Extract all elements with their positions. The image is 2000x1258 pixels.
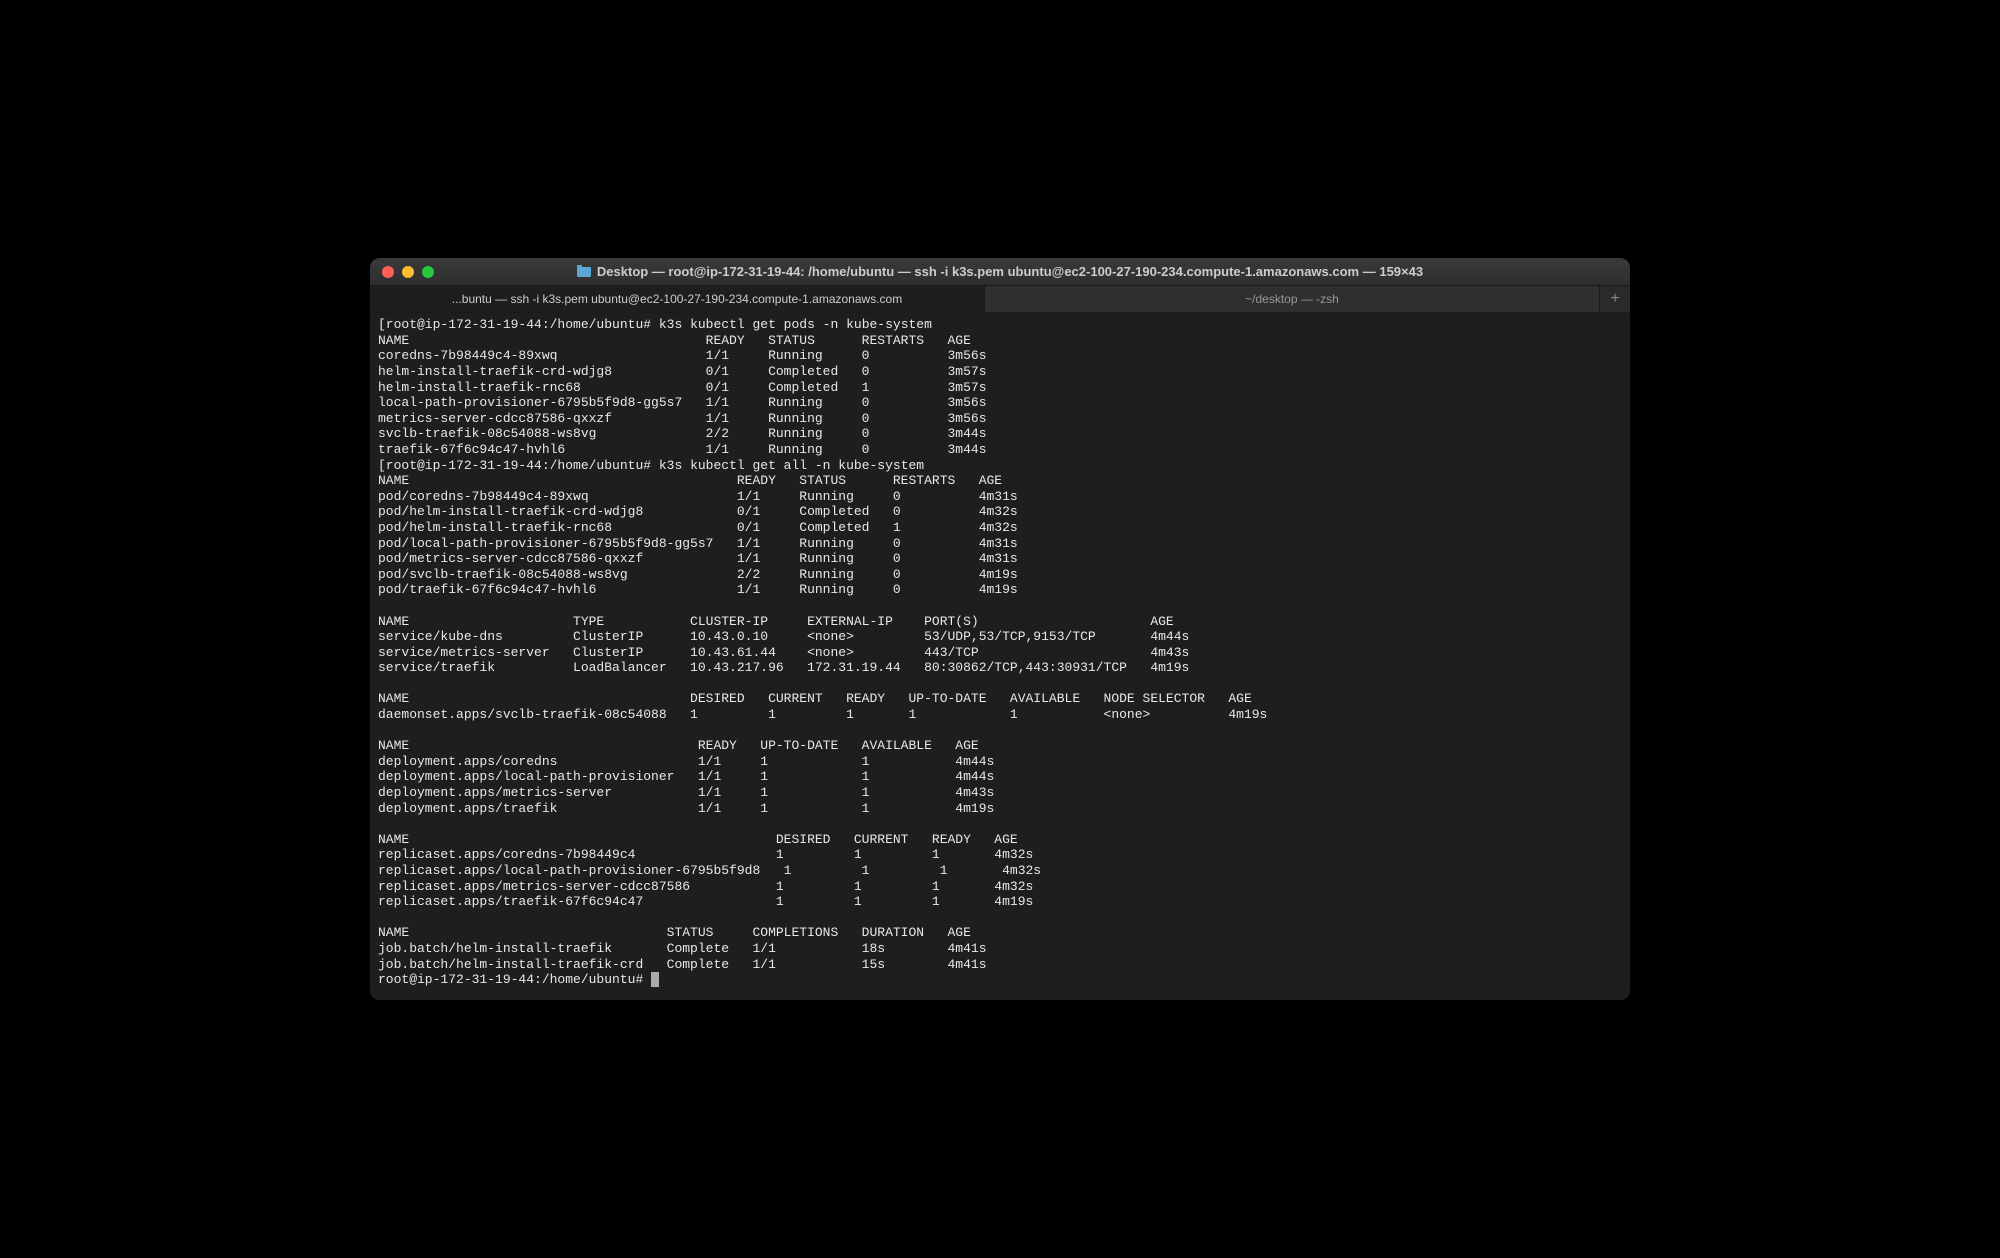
terminal-body[interactable]: [root@ip-172-31-19-44:/home/ubuntu# k3s … [370,313,1630,1000]
tabbar: ...buntu — ssh -i k3s.pem ubuntu@ec2-100… [370,286,1630,313]
prompt-3: root@ip-172-31-19-44:/home/ubuntu# [378,972,651,987]
daemonsets-row: daemonset.apps/svclb-traefik-08c54088 1 … [378,707,1267,722]
services-row: service/traefik LoadBalancer 10.43.217.9… [378,660,1189,675]
prompt-cmd: k3s kubectl get all -n kube-system [659,458,924,473]
pods-header: NAME READY STATUS RESTARTS AGE [378,333,971,348]
allpods-row: pod/svclb-traefik-08c54088-ws8vg 2/2 Run… [378,567,1018,582]
prompt-prefix: [root@ip-172-31-19-44:/home/ubuntu# [378,458,659,473]
services-header: NAME TYPE CLUSTER-IP EXTERNAL-IP PORT(S)… [378,614,1174,629]
jobs-row: job.batch/helm-install-traefik Complete … [378,941,987,956]
allpods-row: pod/local-path-provisioner-6795b5f9d8-gg… [378,536,1018,551]
close-button[interactable] [382,266,394,278]
cursor [651,972,659,987]
deployments-row: deployment.apps/traefik 1/1 1 1 4m19s [378,801,994,816]
replicasets-row: replicaset.apps/traefik-67f6c94c47 1 1 1… [378,894,1033,909]
tab-zsh[interactable]: ~/desktop — -zsh [985,286,1600,312]
maximize-button[interactable] [422,266,434,278]
allpods-row: pod/helm-install-traefik-crd-wdjg8 0/1 C… [378,504,1018,519]
pods-row: metrics-server-cdcc87586-qxxzf 1/1 Runni… [378,411,987,426]
pods-row: coredns-7b98449c4-89xwq 1/1 Running 0 3m… [378,348,987,363]
minimize-button[interactable] [402,266,414,278]
prompt-1: [root@ip-172-31-19-44:/home/ubuntu# k3s … [378,317,932,332]
jobs-row: job.batch/helm-install-traefik-crd Compl… [378,957,987,972]
pods-row: svclb-traefik-08c54088-ws8vg 2/2 Running… [378,426,987,441]
deployments-header: NAME READY UP-TO-DATE AVAILABLE AGE [378,738,979,753]
pods-row: helm-install-traefik-crd-wdjg8 0/1 Compl… [378,364,987,379]
terminal-window: Desktop — root@ip-172-31-19-44: /home/ub… [370,258,1630,1000]
prompt-2: [root@ip-172-31-19-44:/home/ubuntu# k3s … [378,458,924,473]
pods-row: traefik-67f6c94c47-hvhl6 1/1 Running 0 3… [378,442,987,457]
replicasets-row: replicaset.apps/metrics-server-cdcc87586… [378,879,1033,894]
prompt-prefix: [root@ip-172-31-19-44:/home/ubuntu# [378,317,659,332]
deployments-row: deployment.apps/local-path-provisioner 1… [378,769,994,784]
daemonsets-header: NAME DESIRED CURRENT READY UP-TO-DATE AV… [378,691,1252,706]
window-title-text: Desktop — root@ip-172-31-19-44: /home/ub… [597,264,1423,279]
services-row: service/metrics-server ClusterIP 10.43.6… [378,645,1189,660]
allpods-row: pod/coredns-7b98449c4-89xwq 1/1 Running … [378,489,1018,504]
deployments-row: deployment.apps/metrics-server 1/1 1 1 4… [378,785,994,800]
replicasets-row: replicaset.apps/coredns-7b98449c4 1 1 1 … [378,847,1033,862]
allpods-row: pod/metrics-server-cdcc87586-qxxzf 1/1 R… [378,551,1018,566]
allpods-row: pod/helm-install-traefik-rnc68 0/1 Compl… [378,520,1018,535]
new-tab-button[interactable]: + [1600,286,1630,312]
jobs-header: NAME STATUS COMPLETIONS DURATION AGE [378,925,971,940]
replicasets-row: replicaset.apps/local-path-provisioner-6… [378,863,1041,878]
services-row: service/kube-dns ClusterIP 10.43.0.10 <n… [378,629,1189,644]
prompt-cmd: k3s kubectl get pods -n kube-system [659,317,932,332]
pods-row: local-path-provisioner-6795b5f9d8-gg5s7 … [378,395,987,410]
deployments-row: deployment.apps/coredns 1/1 1 1 4m44s [378,754,994,769]
replicasets-header: NAME DESIRED CURRENT READY AGE [378,832,1018,847]
titlebar: Desktop — root@ip-172-31-19-44: /home/ub… [370,258,1630,286]
allpods-row: pod/traefik-67f6c94c47-hvhl6 1/1 Running… [378,582,1018,597]
pods-row: helm-install-traefik-rnc68 0/1 Completed… [378,380,987,395]
window-title: Desktop — root@ip-172-31-19-44: /home/ub… [382,264,1618,279]
folder-icon [577,267,591,277]
traffic-lights [382,266,434,278]
allpods-header: NAME READY STATUS RESTARTS AGE [378,473,1002,488]
tab-ssh[interactable]: ...buntu — ssh -i k3s.pem ubuntu@ec2-100… [370,286,985,312]
